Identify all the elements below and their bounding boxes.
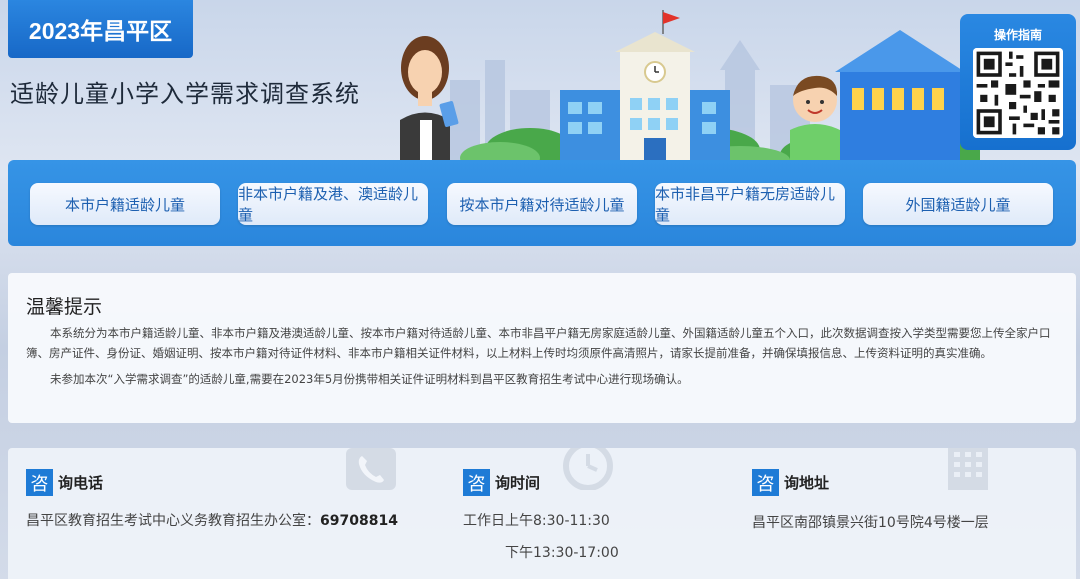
time-line-2: 下午13:30-17:00 [505,545,619,561]
address-header: 咨 询地址 [752,469,829,496]
clock-bg-icon [563,448,613,490]
warm-tips-panel: 温馨提示 本系统分为本市户籍适龄儿童、非本市户籍及港澳适龄儿童、按本市户籍对待适… [8,273,1076,423]
page-header: 2023年昌平区 适龄儿童小学入学需求调查系统 操作指南 [0,0,1080,165]
time-header: 咨 询时间 [463,469,540,496]
phone-bg-icon [346,448,396,490]
nav-nonlocal-hk-macau-children[interactable]: 非本市户籍及港、澳适龄儿童 [238,183,428,225]
nav-treated-as-local-children[interactable]: 按本市户籍对待适龄儿童 [447,183,637,225]
qr-code-icon[interactable] [973,48,1063,138]
zi-badge: 咨 [752,469,779,496]
address-text: 昌平区南邵镇景兴街10号院4号楼一层 [752,515,989,531]
zi-badge: 咨 [463,469,490,496]
header-illustration [400,10,980,165]
zi-badge: 咨 [26,469,53,496]
nav-local-household-children[interactable]: 本市户籍适龄儿童 [30,183,220,225]
building-bg-icon [948,448,988,490]
phone-text: 昌平区教育招生考试中心义务教育招生办公室：69708814 [26,510,398,530]
phone-header: 咨 询电话 [26,469,103,496]
nav-local-non-changping-no-house-children[interactable]: 本市非昌平户籍无房适龄儿童 [655,183,845,225]
address-label: 询地址 [784,474,830,492]
phone-office: 昌平区教育招生考试中心义务教育招生办公室： [26,513,320,529]
notice-paragraph-1: 本系统分为本市户籍适龄儿童、非本市户籍及港澳适龄儿童、按本市户籍对待适龄儿童、本… [26,326,1051,360]
notice-paragraph-2: 未参加本次“入学需求调查”的适龄儿童,需要在2023年5月份携带相关证件证明材料… [50,372,689,386]
guide-title: 操作指南 [993,28,1042,42]
notice-title: 温馨提示 [26,296,103,318]
contact-panel: 咨 询电话 昌平区教育招生考试中心义务教育招生办公室：69708814 咨 询时… [8,448,1076,579]
system-title: 适龄儿童小学入学需求调查系统 [10,80,360,108]
entry-nav-bar: 本市户籍适龄儿童 非本市户籍及港、澳适龄儿童 按本市户籍对待适龄儿童 本市非昌平… [8,160,1076,246]
nav-foreign-nationality-children[interactable]: 外国籍适龄儿童 [863,183,1053,225]
year-badge: 2023年昌平区 [8,0,193,58]
time-line-1: 工作日上午8:30-11:30 [463,513,610,529]
phone-number[interactable]: 69708814 [320,513,398,529]
operation-guide-card[interactable]: 操作指南 [960,14,1076,150]
time-label: 询时间 [495,474,541,492]
phone-label: 询电话 [58,474,104,492]
